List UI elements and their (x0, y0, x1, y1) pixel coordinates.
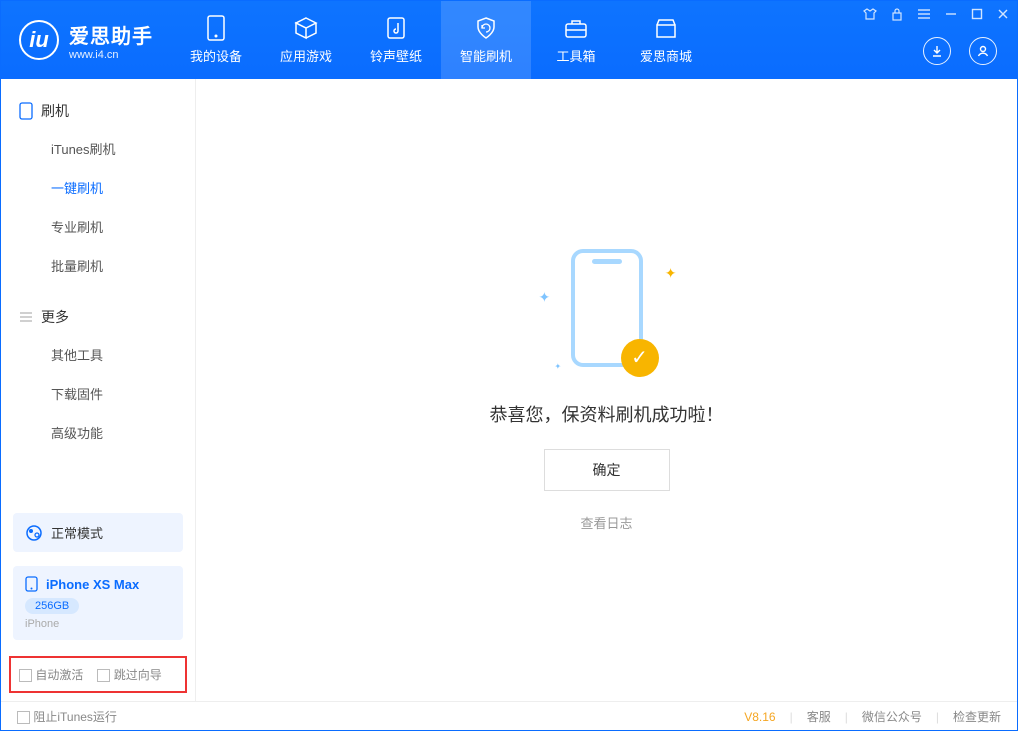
success-message: 恭喜您，保资料刷机成功啦！ (490, 401, 724, 427)
music-icon (384, 16, 408, 40)
mode-label: 正常模式 (51, 523, 103, 542)
device-storage-badge: 256GB (25, 598, 79, 614)
app-logo-icon: iu (19, 20, 59, 60)
auto-activate-checkbox[interactable]: 自动激活 (19, 666, 83, 683)
download-button[interactable] (923, 37, 951, 65)
sidebar-item-itunes-flash[interactable]: iTunes刷机 (1, 129, 195, 168)
window-controls (863, 7, 1009, 21)
close-button[interactable] (997, 8, 1009, 20)
shirt-icon[interactable] (863, 7, 877, 21)
device-info[interactable]: iPhone XS Max 256GB iPhone (13, 566, 183, 640)
skip-guide-checkbox[interactable]: 跳过向导 (97, 666, 161, 683)
tab-toolbox[interactable]: 工具箱 (531, 1, 621, 79)
ok-button[interactable]: 确定 (544, 449, 670, 491)
user-button[interactable] (969, 37, 997, 65)
sidebar-item-other-tools[interactable]: 其他工具 (1, 335, 195, 374)
section-label: 刷机 (41, 101, 69, 121)
check-badge-icon: ✓ (621, 339, 659, 377)
opt-label: 自动激活 (35, 668, 83, 682)
opt-label: 跳过向导 (114, 668, 162, 682)
sidebar-item-pro-flash[interactable]: 专业刷机 (1, 207, 195, 246)
tab-smart-flash[interactable]: 智能刷机 (441, 1, 531, 79)
header-action-icons (923, 37, 997, 65)
maximize-button[interactable] (971, 8, 983, 20)
flash-options-row: 自动激活 跳过向导 (9, 656, 187, 693)
tab-ringtones[interactable]: 铃声壁纸 (351, 1, 441, 79)
customer-service-link[interactable]: 客服 (807, 708, 831, 725)
tab-label: 智能刷机 (460, 46, 512, 65)
device-type-label: iPhone (25, 618, 171, 630)
app-header: iu 爱思助手 www.i4.cn 我的设备 应用游戏 铃声壁纸 智能刷机 工具… (1, 1, 1017, 79)
tab-label: 应用游戏 (280, 46, 332, 65)
main-content: ✦ ✦ ✦ ✓ 恭喜您，保资料刷机成功啦！ 确定 查看日志 (196, 79, 1017, 701)
mode-indicator[interactable]: 正常模式 (13, 513, 183, 552)
minimize-button[interactable] (945, 8, 957, 20)
sidebar-item-batch-flash[interactable]: 批量刷机 (1, 246, 195, 285)
tab-my-device[interactable]: 我的设备 (171, 1, 261, 79)
cube-icon (294, 16, 318, 40)
lock-icon[interactable] (891, 7, 903, 21)
tab-label: 工具箱 (556, 46, 595, 65)
sidebar: 刷机 iTunes刷机 一键刷机 专业刷机 批量刷机 更多 其他工具 下载固件 … (1, 79, 196, 701)
success-illustration: ✦ ✦ ✦ ✓ (527, 249, 687, 379)
app-title: 爱思助手 (69, 20, 153, 49)
store-icon (654, 16, 678, 40)
sidebar-item-download-firmware[interactable]: 下载固件 (1, 374, 195, 413)
sparkle-icon: ✦ (555, 362, 562, 371)
mode-icon (25, 524, 43, 542)
phone-outline-icon (19, 102, 33, 120)
check-update-link[interactable]: 检查更新 (953, 708, 1001, 725)
footer-block-label: 阻止iTunes运行 (33, 710, 117, 724)
toolbox-icon (564, 16, 588, 40)
version-label: V8.16 (744, 710, 775, 724)
device-icon (204, 16, 228, 40)
sidebar-section-flash: 刷机 (1, 93, 195, 129)
sidebar-item-advanced[interactable]: 高级功能 (1, 413, 195, 452)
sparkle-icon: ✦ (665, 265, 677, 282)
tab-label: 我的设备 (190, 46, 242, 65)
logo-area: iu 爱思助手 www.i4.cn (1, 20, 171, 61)
sidebar-item-oneclick-flash[interactable]: 一键刷机 (1, 168, 195, 207)
tab-store[interactable]: 爱思商城 (621, 1, 711, 79)
tab-apps[interactable]: 应用游戏 (261, 1, 351, 79)
device-name-label: iPhone XS Max (46, 577, 139, 592)
menu-icon[interactable] (917, 8, 931, 20)
shield-refresh-icon (474, 16, 498, 40)
device-icon (25, 576, 38, 592)
section-label: 更多 (41, 307, 69, 327)
wechat-link[interactable]: 微信公众号 (862, 708, 922, 725)
app-subtitle: www.i4.cn (69, 49, 153, 61)
status-bar: 阻止iTunes运行 V8.16 | 客服 | 微信公众号 | 检查更新 (1, 701, 1017, 731)
block-itunes-checkbox[interactable]: 阻止iTunes运行 (17, 708, 117, 725)
tab-label: 铃声壁纸 (370, 46, 422, 65)
sidebar-section-more: 更多 (1, 299, 195, 335)
list-icon (19, 311, 33, 323)
nav-tabs: 我的设备 应用游戏 铃声壁纸 智能刷机 工具箱 爱思商城 (171, 1, 711, 79)
view-log-link[interactable]: 查看日志 (580, 513, 632, 532)
sparkle-icon: ✦ (539, 289, 551, 306)
tab-label: 爱思商城 (640, 46, 692, 65)
